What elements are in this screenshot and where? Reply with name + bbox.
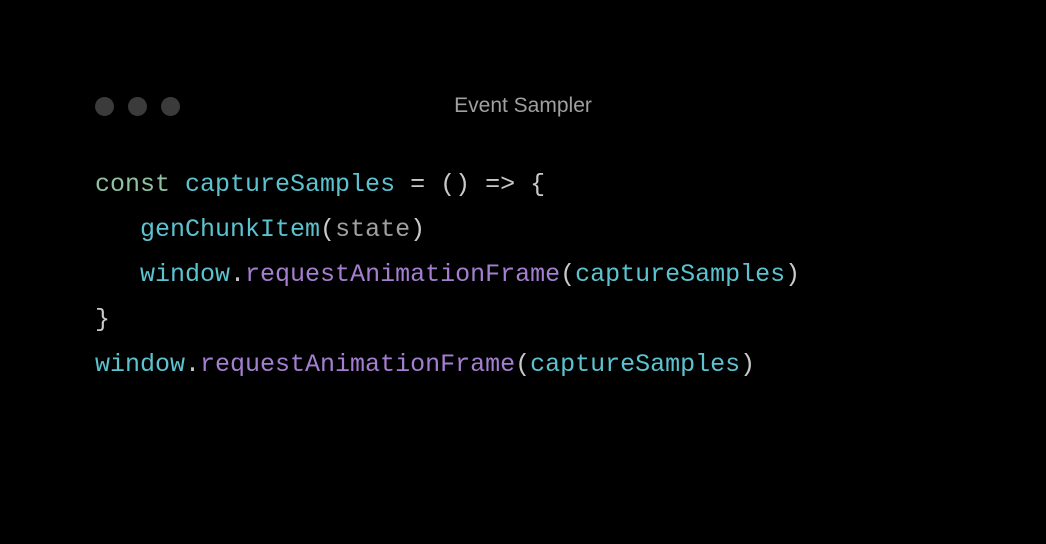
indent <box>95 215 140 244</box>
lparen: ( <box>560 260 575 289</box>
close-icon[interactable] <box>95 97 114 116</box>
titlebar: Event Sampler <box>95 90 951 122</box>
function-name: captureSamples <box>185 170 395 199</box>
lparen: ( <box>320 215 335 244</box>
keyword-const: const <box>95 170 170 199</box>
ref-captureSamples: captureSamples <box>575 260 785 289</box>
op-eq: = <box>395 170 440 199</box>
lparen: ( <box>515 350 530 379</box>
code-window: Event Sampler const captureSamples = () … <box>95 90 951 387</box>
obj-window: window <box>95 350 185 379</box>
maximize-icon[interactable] <box>161 97 180 116</box>
dot: . <box>230 260 245 289</box>
method-raf: requestAnimationFrame <box>200 350 515 379</box>
rparen: ) <box>410 215 425 244</box>
close-brace: } <box>95 305 110 334</box>
dot: . <box>185 350 200 379</box>
method-raf: requestAnimationFrame <box>245 260 560 289</box>
minimize-icon[interactable] <box>128 97 147 116</box>
indent <box>95 260 140 289</box>
obj-window: window <box>140 260 230 289</box>
arg-state: state <box>335 215 410 244</box>
traffic-lights <box>95 97 180 116</box>
call-genChunkItem: genChunkItem <box>140 215 320 244</box>
window-title: Event Sampler <box>454 94 592 118</box>
code-block: const captureSamples = () => { genChunkI… <box>95 162 951 387</box>
arrow-head: () => { <box>440 170 545 199</box>
ref-captureSamples: captureSamples <box>530 350 740 379</box>
rparen: ) <box>785 260 800 289</box>
rparen: ) <box>740 350 755 379</box>
